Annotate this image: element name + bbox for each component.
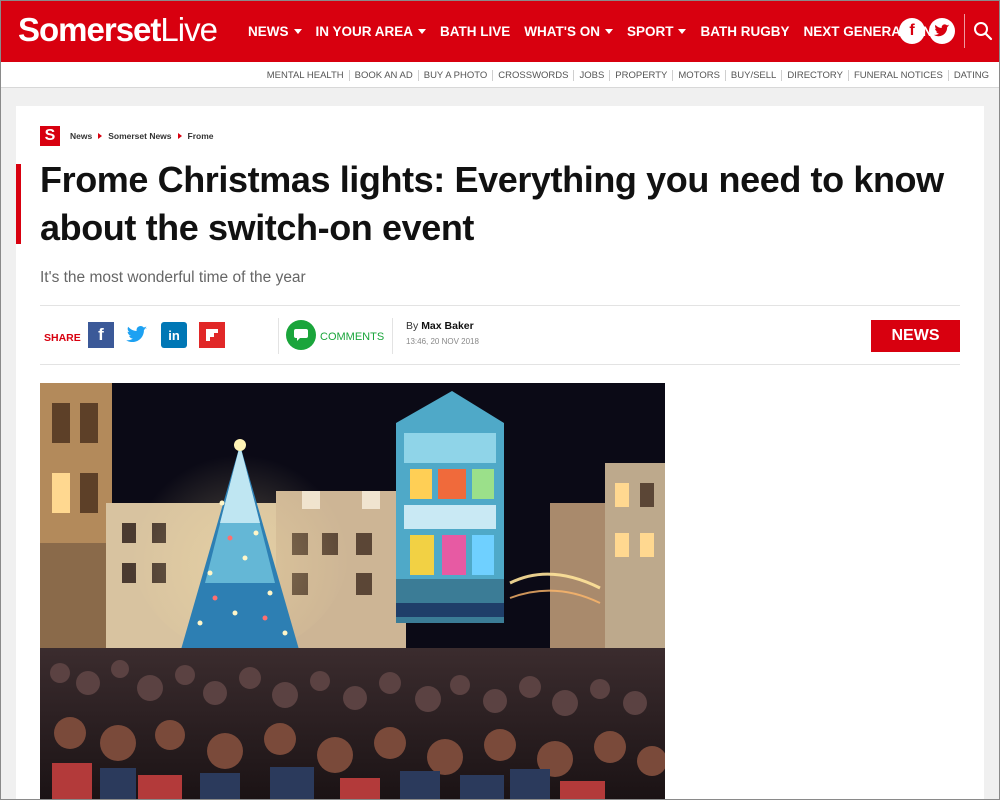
- brand-badge-icon: S: [40, 126, 60, 146]
- divider: [40, 305, 960, 306]
- nav-item-bath-live[interactable]: BATH LIVE: [440, 24, 510, 39]
- headline-accent-bar: [16, 164, 21, 244]
- chevron-right-icon: [177, 133, 182, 139]
- chevron-down-icon: [678, 28, 687, 34]
- linkedin-icon: in: [168, 327, 180, 343]
- flipboard-icon: [206, 329, 218, 341]
- category-badge[interactable]: NEWS: [871, 320, 960, 352]
- subnav-item[interactable]: MOTORS: [672, 69, 725, 81]
- breadcrumb-item[interactable]: News: [70, 131, 92, 141]
- chevron-down-icon: [604, 28, 613, 34]
- comments-icon[interactable]: [286, 320, 316, 350]
- subnav-item[interactable]: MENTAL HEALTH: [262, 70, 349, 81]
- subnav-item[interactable]: JOBS: [573, 69, 609, 81]
- divider: [392, 318, 393, 354]
- breadcrumb-item[interactable]: Frome: [188, 131, 214, 141]
- top-navigation-bar: SomersetLive NEWS IN YOUR AREA BATH LIVE…: [0, 0, 1000, 62]
- article-headline: Frome Christmas lights: Everything you n…: [40, 159, 944, 248]
- secondary-nav: MENTAL HEALTH BOOK AN AD BUY A PHOTO CRO…: [262, 62, 994, 88]
- share-label: SHARE: [44, 332, 81, 344]
- breadcrumb-item[interactable]: Somerset News: [108, 131, 171, 141]
- twitter-icon: [126, 326, 147, 343]
- nav-item-news[interactable]: NEWS: [248, 24, 302, 39]
- linkedin-share-button[interactable]: in: [161, 322, 187, 348]
- comments-link[interactable]: COMMENTS: [320, 331, 384, 343]
- subnav-item[interactable]: BOOK AN AD: [348, 69, 418, 81]
- facebook-icon: f: [98, 325, 104, 344]
- nav-divider: [964, 14, 965, 48]
- secondary-nav-bar: MENTAL HEALTH BOOK AN AD BUY A PHOTO CRO…: [0, 62, 1000, 88]
- subnav-item[interactable]: FUNERAL NOTICES: [847, 69, 948, 81]
- divider: [278, 318, 279, 354]
- subnav-item[interactable]: BUY/SELL: [724, 69, 781, 81]
- subnav-item[interactable]: DIRECTORY: [781, 69, 848, 81]
- divider: [40, 364, 960, 365]
- facebook-icon[interactable]: f: [899, 18, 925, 44]
- subnav-item[interactable]: CROSSWORDS: [492, 69, 573, 81]
- article-hero-image[interactable]: [40, 383, 665, 800]
- byline: By Max Baker: [406, 320, 474, 332]
- site-logo[interactable]: SomersetLive: [18, 11, 218, 49]
- search-icon[interactable]: [972, 20, 994, 42]
- subnav-item[interactable]: PROPERTY: [609, 69, 672, 81]
- chevron-right-icon: [98, 133, 103, 139]
- main-nav: NEWS IN YOUR AREA BATH LIVE WHAT'S ON SP…: [248, 0, 946, 62]
- subnav-item[interactable]: DATING: [947, 69, 994, 81]
- chevron-down-icon: [418, 28, 427, 34]
- nav-item-sport[interactable]: SPORT: [627, 24, 687, 39]
- article-card: S News Somerset News Frome Frome Christm…: [16, 106, 984, 800]
- article-standfirst: It's the most wonderful time of the year: [40, 269, 306, 286]
- nav-item-bath-rugby[interactable]: BATH RUGBY: [700, 24, 789, 39]
- breadcrumb: S News Somerset News Frome: [40, 126, 214, 146]
- twitter-share-button[interactable]: [124, 322, 150, 348]
- subnav-item[interactable]: BUY A PHOTO: [417, 69, 493, 81]
- facebook-share-button[interactable]: f: [88, 322, 114, 348]
- flipboard-share-button[interactable]: [199, 322, 225, 348]
- publish-timestamp: 13:46, 20 NOV 2018: [406, 337, 479, 346]
- author-link[interactable]: Max Baker: [421, 320, 474, 332]
- nav-item-in-your-area[interactable]: IN YOUR AREA: [316, 24, 427, 39]
- nav-item-whats-on[interactable]: WHAT'S ON: [524, 24, 613, 39]
- chevron-down-icon: [293, 28, 302, 34]
- twitter-icon[interactable]: [929, 18, 955, 44]
